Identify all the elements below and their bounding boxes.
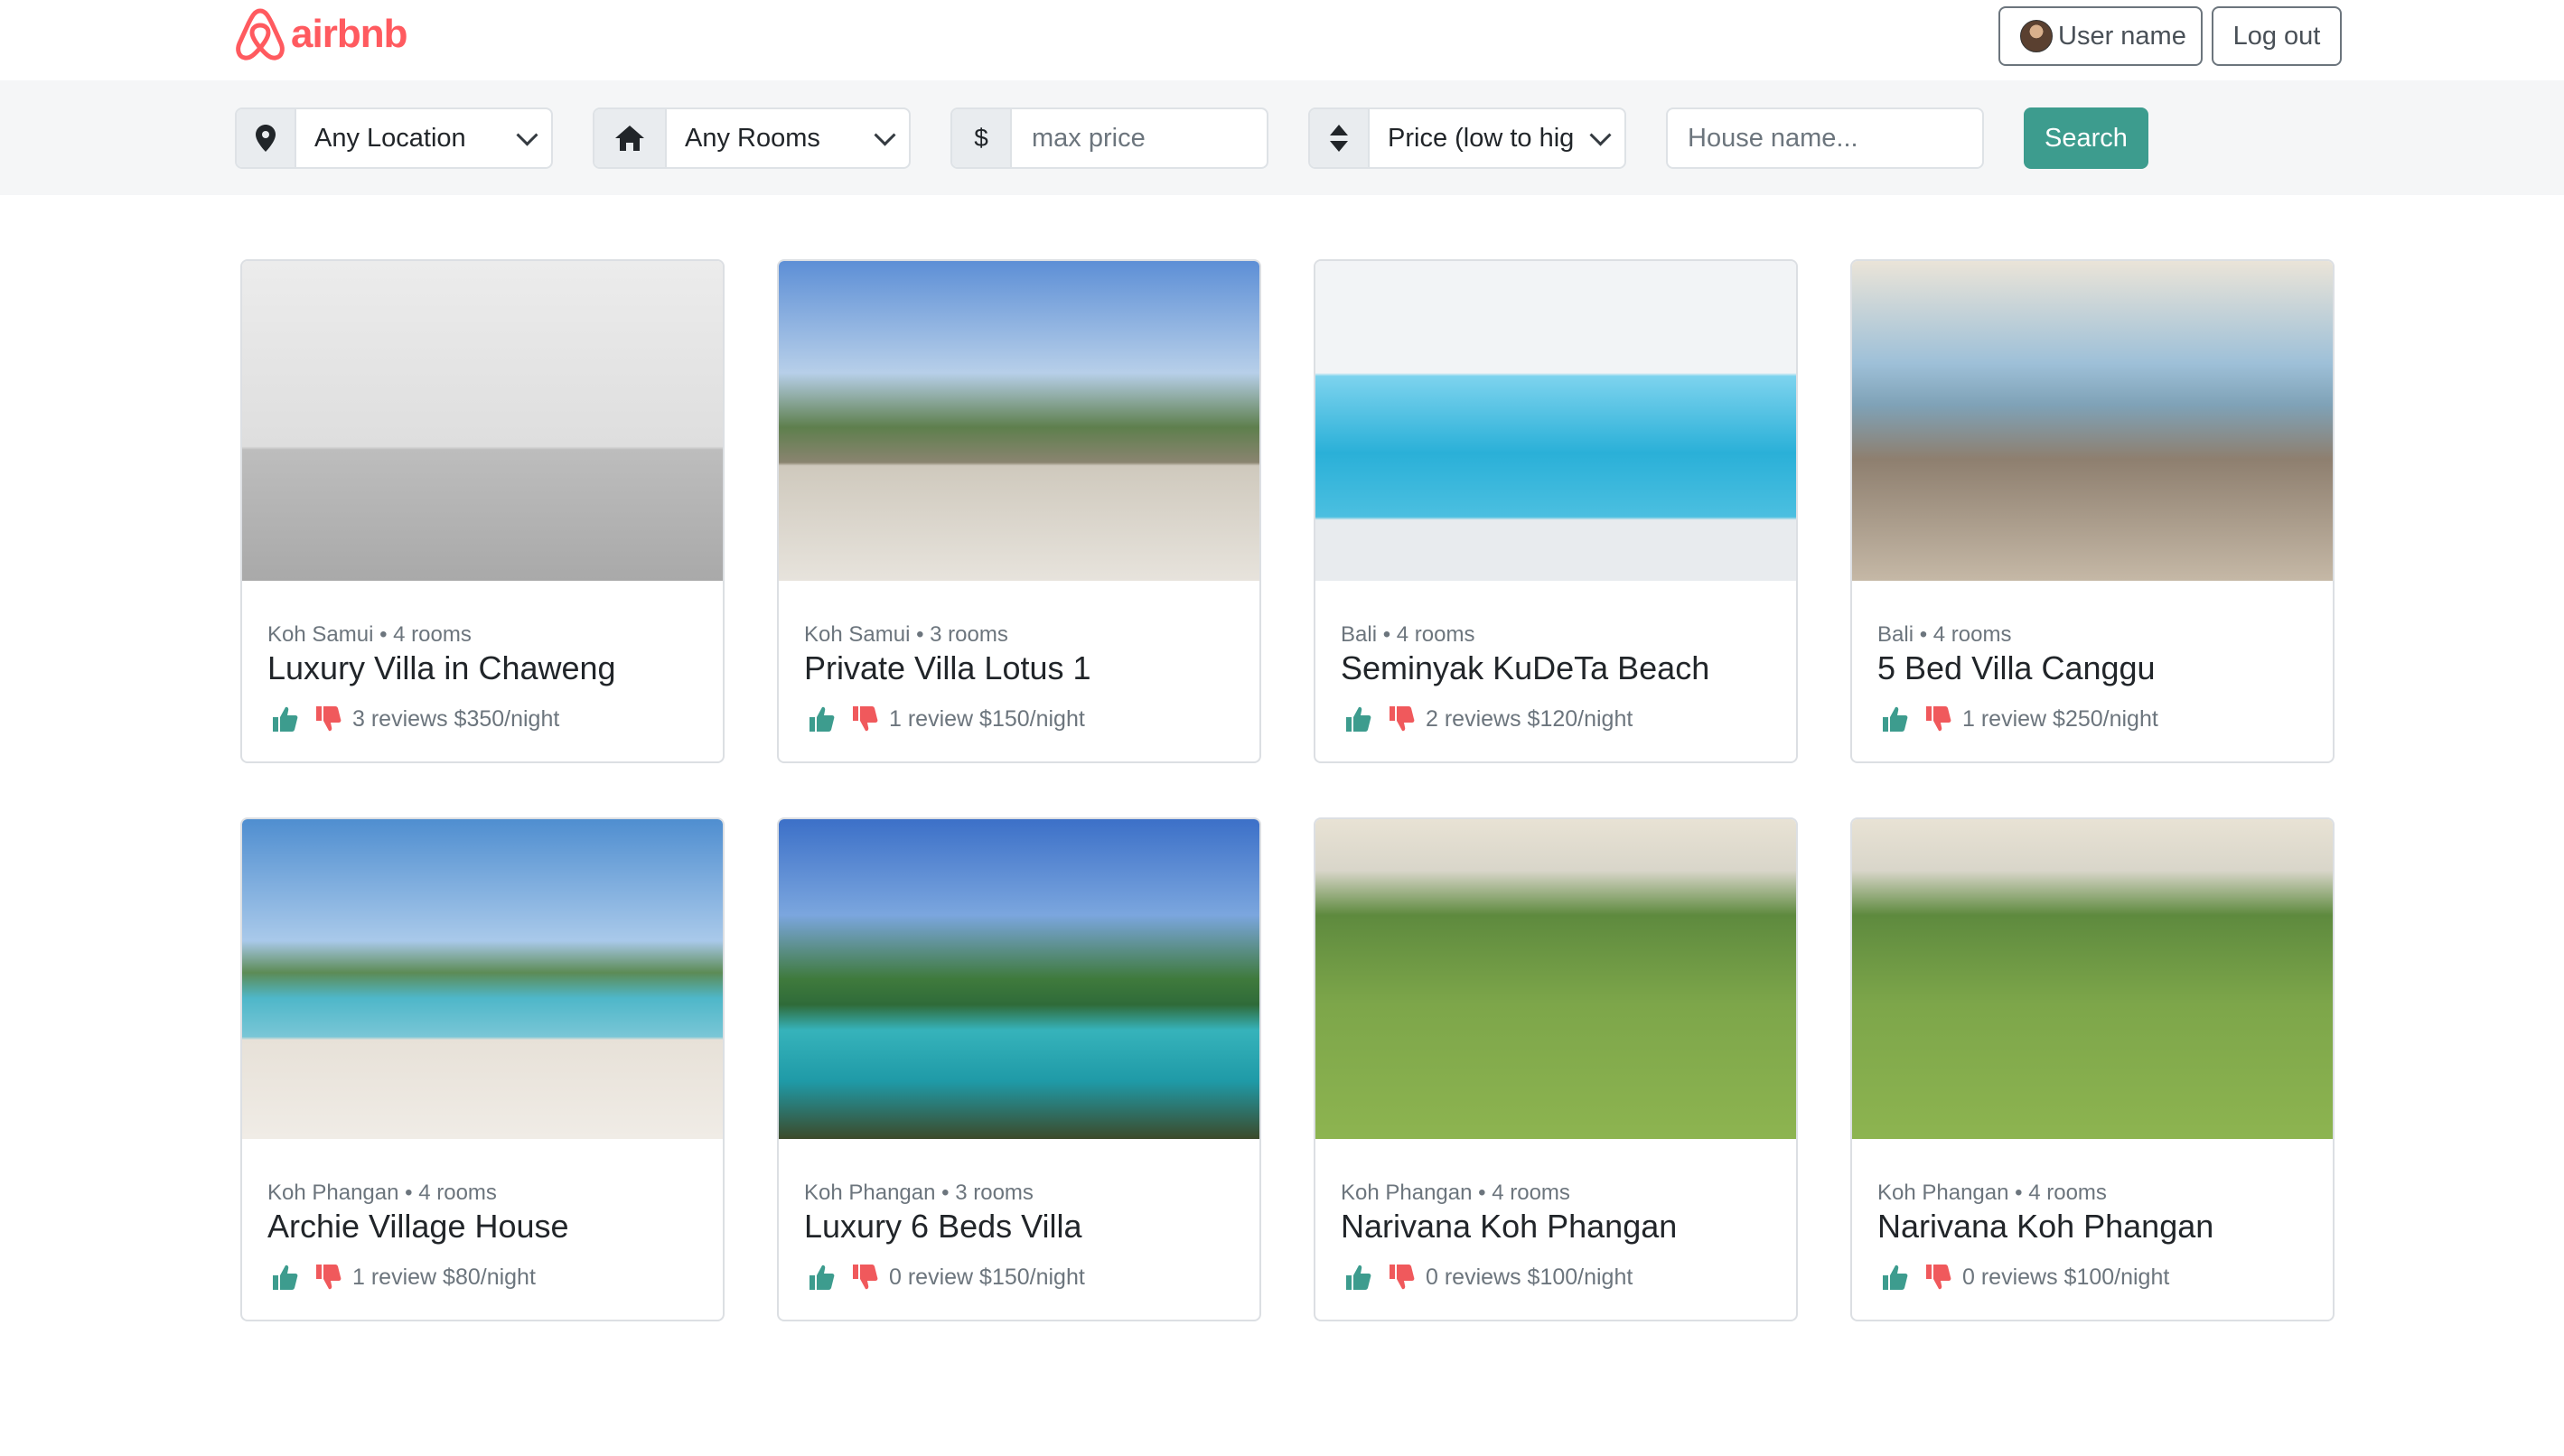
listing-meta: Koh Phangan • 4 rooms: [1341, 1181, 1570, 1205]
listing-footer: 1 review $150/night: [808, 705, 1085, 733]
listing-photo[interactable]: [1315, 261, 1796, 581]
listing-card[interactable]: Koh Phangan • 3 rooms Luxury 6 Beds Vill…: [777, 817, 1261, 1321]
thumbs-down-icon[interactable]: [314, 705, 342, 733]
chevron-down-icon: [516, 124, 538, 146]
listing-card[interactable]: Koh Phangan • 4 rooms Narivana Koh Phang…: [1314, 817, 1798, 1321]
rooms-value: Any Rooms: [667, 109, 909, 167]
thumbs-up-icon[interactable]: [808, 1264, 835, 1291]
dollar-addon: $: [952, 109, 1012, 167]
listing-meta: Bali • 4 rooms: [1341, 622, 1475, 647]
listing-footer: 0 reviews $100/night: [1344, 1264, 1633, 1291]
sort-select[interactable]: Price (low to hig: [1308, 107, 1626, 169]
thumbs-up-icon[interactable]: [271, 705, 298, 733]
listing-meta: Koh Samui • 4 rooms: [267, 622, 472, 647]
thumbs-down-icon[interactable]: [851, 1264, 878, 1291]
listing-footer: 3 reviews $350/night: [271, 705, 559, 733]
listing-card[interactable]: Bali • 4 rooms 5 Bed Villa Canggu 1 revi…: [1850, 259, 2335, 763]
map-pin-icon: [237, 109, 296, 167]
listing-photo[interactable]: [1852, 261, 2333, 581]
listing-title[interactable]: Archie Village House: [267, 1208, 569, 1246]
thumbs-down-icon[interactable]: [1924, 1264, 1951, 1291]
listing-meta: Koh Phangan • 3 rooms: [804, 1181, 1034, 1205]
reviews-price: 0 reviews $100/night: [1962, 1264, 2170, 1290]
listing-footer: 2 reviews $120/night: [1344, 705, 1633, 733]
thumbs-down-icon[interactable]: [1924, 705, 1951, 733]
sort-icon: [1310, 109, 1370, 167]
max-price-placeholder: max price: [1032, 123, 1146, 153]
listing-meta: Koh Phangan • 4 rooms: [1877, 1181, 2107, 1205]
airbnb-logo[interactable]: airbnb: [233, 5, 407, 63]
location-select[interactable]: Any Location: [235, 107, 553, 169]
listing-card[interactable]: Bali • 4 rooms Seminyak KuDeTa Beach 2 r…: [1314, 259, 1798, 763]
location-value: Any Location: [296, 109, 551, 167]
logo-text: airbnb: [291, 12, 407, 56]
listing-card[interactable]: Koh Phangan • 4 rooms Archie Village Hou…: [240, 817, 725, 1321]
chevron-down-icon: [1589, 124, 1612, 146]
reviews-price: 0 review $150/night: [889, 1264, 1085, 1290]
listing-footer: 1 review $80/night: [271, 1264, 536, 1291]
listing-photo[interactable]: [779, 819, 1259, 1139]
listing-footer: 0 review $150/night: [808, 1264, 1085, 1291]
avatar: [2020, 20, 2053, 52]
thumbs-down-icon[interactable]: [1388, 705, 1415, 733]
reviews-price: 1 review $250/night: [1962, 705, 2158, 732]
listing-photo[interactable]: [779, 261, 1259, 581]
listing-photo[interactable]: [1315, 819, 1796, 1139]
thumbs-up-icon[interactable]: [1881, 705, 1908, 733]
listing-meta: Bali • 4 rooms: [1877, 622, 2012, 647]
thumbs-down-icon[interactable]: [1388, 1264, 1415, 1291]
listing-card[interactable]: Koh Samui • 3 rooms Private Villa Lotus …: [777, 259, 1261, 763]
listing-title[interactable]: Luxury 6 Beds Villa: [804, 1208, 1082, 1246]
logout-button[interactable]: Log out: [2212, 6, 2342, 66]
airbnb-logo-icon: [236, 8, 285, 61]
thumbs-up-icon[interactable]: [271, 1264, 298, 1291]
listing-title[interactable]: 5 Bed Villa Canggu: [1877, 649, 2156, 687]
listing-meta: Koh Phangan • 4 rooms: [267, 1181, 497, 1205]
user-name-label: User name: [2058, 21, 2186, 51]
listing-photo[interactable]: [242, 261, 723, 581]
rooms-select[interactable]: Any Rooms: [593, 107, 911, 169]
thumbs-up-icon[interactable]: [1881, 1264, 1908, 1291]
chevron-down-icon: [874, 124, 896, 146]
listing-card[interactable]: Koh Phangan • 4 rooms Narivana Koh Phang…: [1850, 817, 2335, 1321]
listing-card[interactable]: Koh Samui • 4 rooms Luxury Villa in Chaw…: [240, 259, 725, 763]
thumbs-down-icon[interactable]: [314, 1264, 342, 1291]
home-icon: [594, 109, 667, 167]
sort-value: Price (low to hig: [1370, 109, 1624, 167]
thumbs-up-icon[interactable]: [1344, 1264, 1371, 1291]
top-navbar: airbnb User name Log out: [0, 0, 2564, 80]
listing-footer: 1 review $250/night: [1881, 705, 2158, 733]
listing-title[interactable]: Private Villa Lotus 1: [804, 649, 1091, 687]
listing-meta: Koh Samui • 3 rooms: [804, 622, 1008, 647]
listing-title[interactable]: Narivana Koh Phangan: [1341, 1208, 1677, 1246]
reviews-price: 2 reviews $120/night: [1426, 705, 1633, 732]
listing-title[interactable]: Narivana Koh Phangan: [1877, 1208, 2213, 1246]
user-menu-button[interactable]: User name: [1998, 6, 2203, 66]
reviews-price: 1 review $150/night: [889, 705, 1085, 732]
thumbs-up-icon[interactable]: [1344, 705, 1371, 733]
reviews-price: 0 reviews $100/night: [1426, 1264, 1633, 1290]
listing-title[interactable]: Seminyak KuDeTa Beach: [1341, 649, 1709, 687]
max-price-input[interactable]: $ max price: [950, 107, 1268, 169]
search-button[interactable]: Search: [2024, 107, 2148, 169]
listing-photo[interactable]: [242, 819, 723, 1139]
reviews-price: 3 reviews $350/night: [352, 705, 560, 732]
listing-photo[interactable]: [1852, 819, 2333, 1139]
thumbs-up-icon[interactable]: [808, 705, 835, 733]
listing-footer: 0 reviews $100/night: [1881, 1264, 2169, 1291]
house-name-input[interactable]: House name...: [1666, 107, 1984, 169]
reviews-price: 1 review $80/night: [352, 1264, 536, 1290]
listing-title[interactable]: Luxury Villa in Chaweng: [267, 649, 616, 687]
thumbs-down-icon[interactable]: [851, 705, 878, 733]
